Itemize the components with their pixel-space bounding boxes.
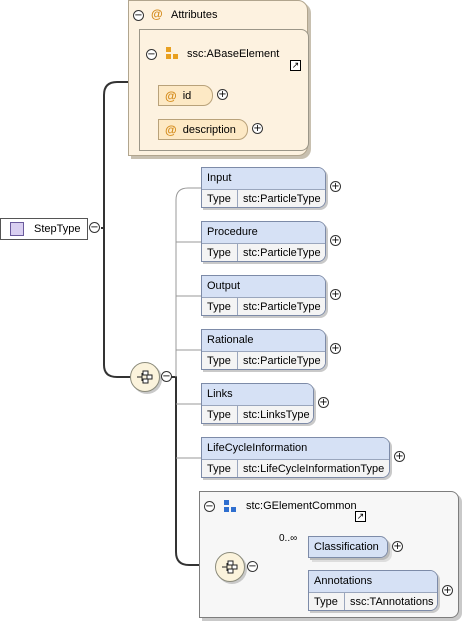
element-lifecycleinformation-type: stc:LifeCycleInformationType	[243, 463, 385, 475]
base-element-panel: − ssc:ABaseElement ↗ @ id + @ descriptio…	[139, 29, 309, 151]
group-name: stc:GElementCommon	[246, 500, 357, 512]
sequence-compositor-icon[interactable]	[130, 362, 160, 392]
attribute-description-label: description	[182, 123, 236, 136]
attribute-id-label: id	[182, 89, 192, 102]
base-element-name: ssc:ABaseElement	[187, 48, 280, 60]
attribute-description[interactable]: @ description	[158, 119, 248, 140]
external-link-icon[interactable]: ↗	[290, 60, 301, 71]
element-annotations-type: ssc:TAnnotations	[350, 596, 434, 608]
element-links[interactable]: Links Type stc:LinksType	[201, 383, 314, 424]
element-input-name: Input	[202, 168, 325, 190]
group-panel: − stc:GElementCommon ↗ − 0..∞ Classifica…	[199, 491, 459, 618]
element-lifecycleinformation-expand-icon[interactable]: +	[394, 451, 405, 462]
element-links-expand-icon[interactable]: +	[318, 397, 329, 408]
type-label: Type	[202, 460, 238, 477]
attribute-group-icon	[166, 47, 179, 60]
root-to-sequence-line	[103, 228, 131, 378]
root-to-attributes-line	[101, 81, 128, 229]
element-output[interactable]: Output Type stc:ParticleType	[201, 275, 326, 316]
element-output-type: stc:ParticleType	[243, 301, 321, 313]
element-procedure-expand-icon[interactable]: +	[330, 235, 341, 246]
element-lifecycleinformation-name: LifeCycleInformation	[202, 438, 389, 460]
element-rationale-type: stc:ParticleType	[243, 355, 321, 367]
external-link-icon[interactable]: ↗	[355, 511, 366, 522]
group-sequence-compositor-icon[interactable]	[215, 552, 245, 582]
sequence-collapse-icon[interactable]: −	[161, 371, 172, 382]
element-rationale[interactable]: Rationale Type stc:ParticleType	[201, 329, 326, 370]
at-sign-icon: @	[165, 122, 177, 137]
element-annotations-name: Annotations	[309, 571, 437, 593]
element-classification-name: Classification	[309, 537, 387, 557]
element-links-name: Links	[202, 384, 313, 406]
type-label: Type	[202, 298, 238, 315]
root-element-label: StepType	[34, 223, 81, 235]
group-collapse-icon[interactable]: −	[204, 501, 215, 512]
element-classification[interactable]: Classification	[308, 536, 388, 558]
group-icon	[224, 500, 237, 513]
element-links-type: stc:LinksType	[243, 409, 310, 421]
element-procedure-name: Procedure	[202, 222, 325, 244]
root-collapse-icon[interactable]: −	[89, 222, 100, 233]
type-label: Type	[202, 244, 238, 261]
attribute-description-expand-icon[interactable]: +	[252, 123, 263, 134]
group-sequence-collapse-icon[interactable]: −	[247, 561, 258, 572]
classification-multiplicity: 0..∞	[279, 533, 298, 544]
type-label: Type	[202, 352, 238, 369]
element-lifecycleinformation[interactable]: LifeCycleInformation Type stc:LifeCycleIn…	[201, 437, 390, 478]
element-input-type: stc:ParticleType	[243, 193, 321, 205]
base-element-collapse-icon[interactable]: −	[146, 49, 157, 60]
attributes-panel: − @ Attributes − ssc:ABaseElement ↗ @ id…	[128, 0, 309, 156]
type-label: Type	[309, 593, 345, 610]
root-element[interactable]: StepType	[0, 218, 88, 240]
at-sign-icon: @	[151, 7, 163, 21]
type-label: Type	[202, 406, 238, 423]
element-procedure-type: stc:ParticleType	[243, 247, 321, 259]
element-annotations[interactable]: Annotations Type ssc:TAnnotations	[308, 570, 438, 611]
element-input[interactable]: Input Type stc:ParticleType	[201, 167, 326, 208]
element-annotations-expand-icon[interactable]: +	[442, 585, 453, 596]
type-label: Type	[202, 190, 238, 207]
element-classification-expand-icon[interactable]: +	[392, 541, 403, 552]
element-input-expand-icon[interactable]: +	[330, 181, 341, 192]
attributes-header: Attributes	[171, 9, 218, 21]
element-rationale-expand-icon[interactable]: +	[330, 343, 341, 354]
attributes-collapse-icon[interactable]: −	[133, 10, 144, 21]
attribute-id[interactable]: @ id	[158, 85, 213, 106]
at-sign-icon: @	[165, 88, 177, 103]
element-output-expand-icon[interactable]: +	[330, 289, 341, 300]
element-procedure[interactable]: Procedure Type stc:ParticleType	[201, 221, 326, 262]
element-rationale-name: Rationale	[202, 330, 325, 352]
attribute-id-expand-icon[interactable]: +	[217, 89, 228, 100]
element-output-name: Output	[202, 276, 325, 298]
complex-type-icon	[10, 222, 24, 236]
